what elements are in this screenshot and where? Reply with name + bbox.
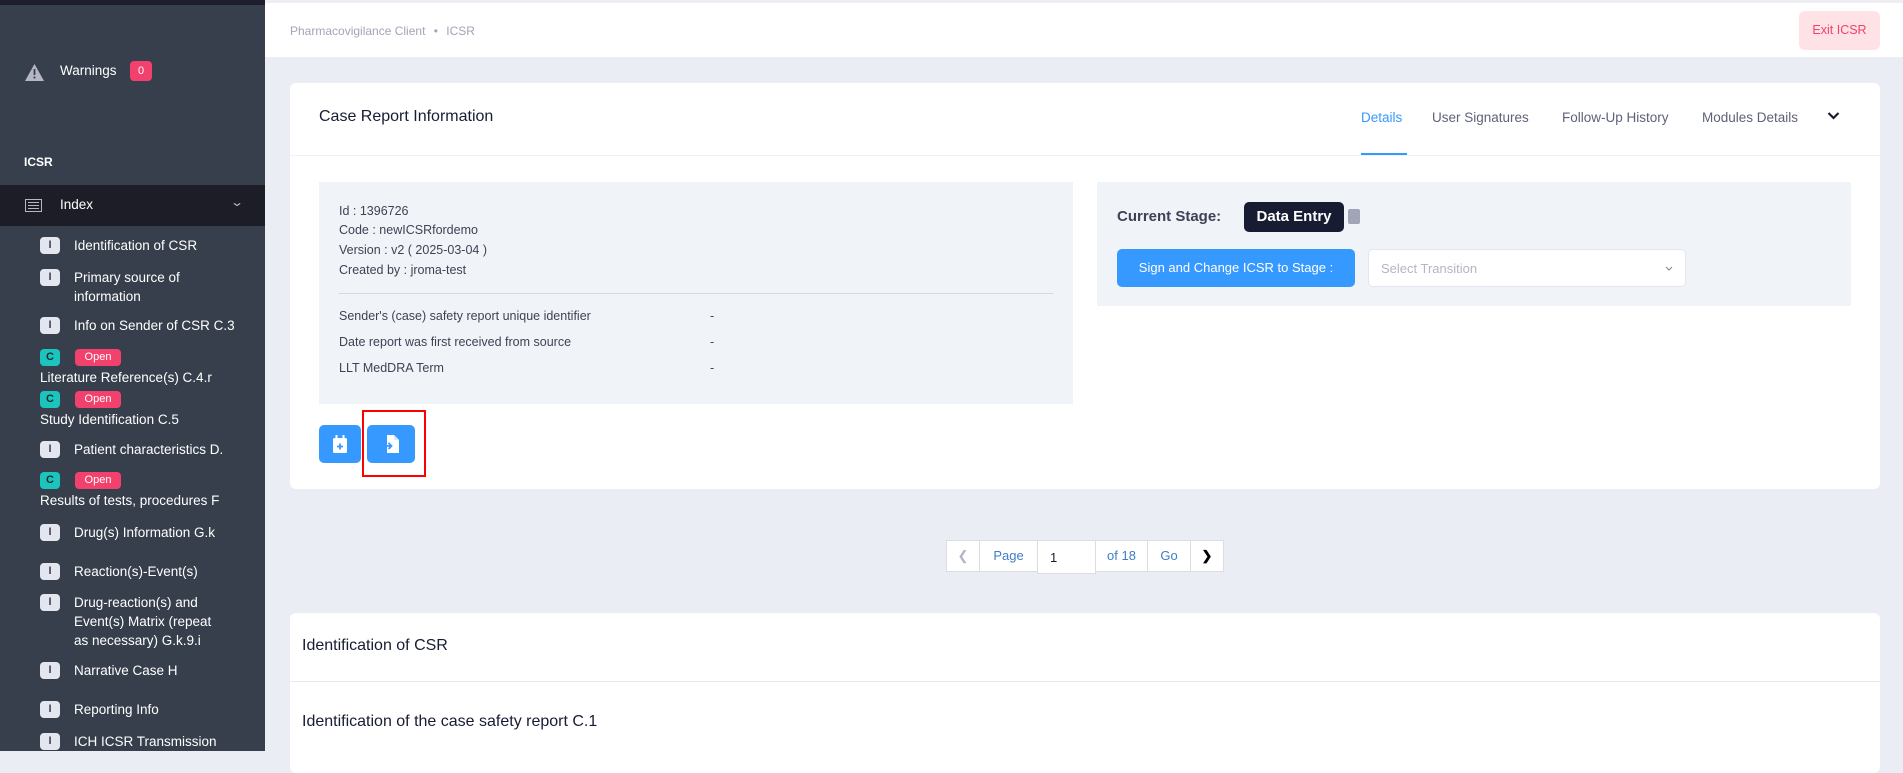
item-badge: I [40,237,60,254]
item-label: Literature Reference(s) C.4.r [40,370,212,385]
warnings-count-badge: 0 [130,61,152,81]
index-label: Index [60,197,94,212]
item-label: Reporting Info [74,702,159,717]
top-header: Pharmacovigilance Client • ICSR Exit ICS… [265,0,1903,57]
field-label: Date report was first received from sour… [339,335,572,349]
item-label: Info on Sender of CSR C.3 [74,318,235,333]
item-label: Patient characteristics D. [74,442,224,457]
item-badge: I [40,563,60,580]
item-label: as necessary) G.k.9.i [74,633,201,648]
case-version: Version : v2 ( 2025-03-04 ) [339,243,487,257]
field-label: Sender's (case) safety report unique ide… [339,309,591,323]
subsection-title: Identification of the case safety report… [302,713,598,730]
case-created-by: Created by : jroma-test [339,263,467,277]
page-count: of 18 [1095,540,1148,572]
item-label: Drug-reaction(s) and [74,595,198,610]
stage-info-icon[interactable] [1348,209,1360,224]
item-badge: I [40,269,60,286]
item-label: Drug(s) Information G.k [74,525,216,540]
divider [290,155,1880,156]
next-page-button[interactable]: ❯ [1190,540,1224,572]
item-badge: I [40,317,60,334]
tab-details[interactable]: Details [1361,110,1402,125]
chevron-down-icon [1665,266,1673,271]
prev-page-button[interactable]: ❮ [946,540,980,572]
item-label: Event(s) Matrix (repeat [74,614,212,629]
current-stage-label: Current Stage: [1117,208,1222,225]
stage-panel: Current Stage: Data Entry Sign and Chang… [1097,182,1851,306]
sidebar: Warnings 0 ICSR Index ⌄ I Identification … [0,0,265,751]
breadcrumb: Pharmacovigilance Client • ICSR [290,24,475,38]
sign-change-stage-button[interactable]: Sign and Change ICSR to Stage : [1117,249,1355,287]
breadcrumb-separator: • [433,24,438,38]
item-badge: I [40,701,60,718]
warnings-item[interactable]: Warnings 0 [0,61,265,83]
item-badge: C [40,472,60,489]
section-card: Identification of CSR Identification of … [290,613,1880,773]
item-badge: C [40,349,60,366]
go-button[interactable]: Go [1147,540,1191,572]
sidebar-item-index[interactable]: Index ⌄ [0,185,265,226]
exit-icsr-button[interactable]: Exit ICSR [1799,11,1880,50]
breadcrumb-item[interactable]: Pharmacovigilance Client [290,24,425,38]
section-title: Identification of CSR [302,637,448,654]
chevron-down-icon: ⌄ [229,195,245,209]
chevron-down-icon[interactable] [1827,111,1840,121]
calendar-plus-icon [333,435,347,453]
field-value: - [710,309,715,323]
field-value: - [710,361,715,375]
add-event-button[interactable] [319,425,361,463]
page-label: Page [979,540,1038,572]
breadcrumb-item[interactable]: ICSR [446,24,475,38]
tab-user-signatures[interactable]: User Signatures [1432,110,1529,125]
divider [290,681,1880,682]
item-badge: I [40,662,60,679]
item-label: Identification of CSR [74,238,198,253]
item-badge: I [40,733,60,750]
transition-placeholder: Select Transition [1381,261,1478,276]
tab-follow-up-history[interactable]: Follow-Up History [1562,110,1669,125]
field-value: - [710,335,715,349]
open-badge: Open [75,349,121,366]
item-label: Primary source of [74,270,180,285]
item-label: Results of tests, procedures F [40,493,220,508]
tab-modules-details[interactable]: Modules Details [1702,110,1798,125]
list-icon [25,199,42,212]
case-code: Code : newICSRfordemo [339,223,478,237]
stage-badge: Data Entry [1244,202,1344,232]
transition-select[interactable]: Select Transition [1368,249,1686,287]
case-id: Id : 1396726 [339,204,409,218]
item-label: ICH ICSR Transmission [74,734,217,749]
item-badge: I [40,594,60,611]
case-info-panel: Id : 1396726 Code : newICSRfordemo Versi… [319,182,1073,404]
section-label: ICSR [24,155,53,169]
card-title: Case Report Information [319,108,494,125]
page-input[interactable] [1037,540,1096,574]
item-label: information [74,289,141,304]
item-label: Reaction(s)-Event(s) [74,564,198,579]
open-badge: Open [75,472,121,489]
field-label: LLT MedDRA Term [339,361,444,375]
item-badge: I [40,524,60,541]
item-badge: I [40,441,60,458]
warning-icon [25,64,44,81]
open-badge: Open [75,391,121,408]
highlight-box [362,410,426,477]
item-label: Narrative Case H [74,663,178,678]
item-badge: C [40,391,60,408]
warnings-label: Warnings [60,63,117,78]
divider [339,293,1053,294]
item-label: Study Identification C.5 [40,412,179,427]
case-report-card: Case Report Information Details User Sig… [290,83,1880,489]
